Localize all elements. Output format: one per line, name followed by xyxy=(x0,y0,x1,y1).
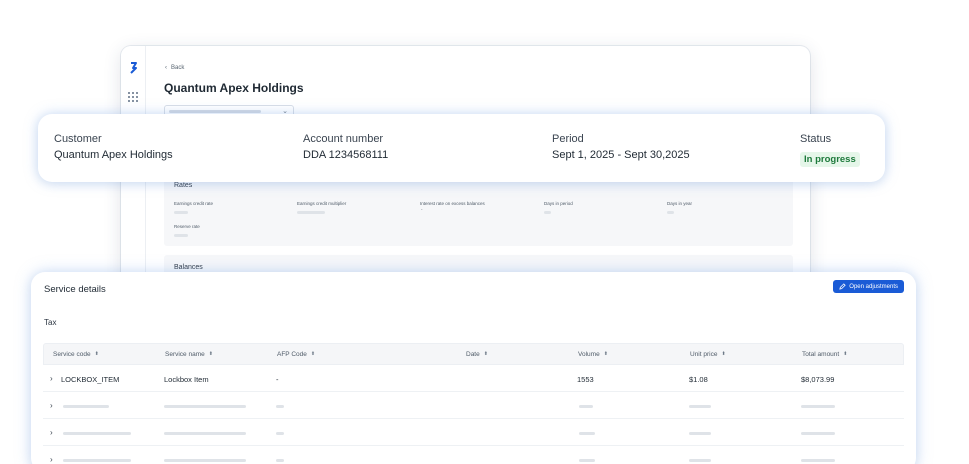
cell-placeholder xyxy=(63,459,131,462)
rate-value-placeholder xyxy=(174,234,188,237)
cell-unit-price: $1.08 xyxy=(689,375,708,384)
cell-placeholder xyxy=(689,432,711,435)
customer-value: Quantum Apex Holdings xyxy=(54,149,173,161)
rate-value-placeholder xyxy=(174,211,188,214)
cell-placeholder xyxy=(579,459,595,462)
cell-placeholder xyxy=(689,459,711,462)
apps-grid-icon[interactable] xyxy=(128,92,138,102)
brand-logo-icon xyxy=(130,62,137,74)
column-header-service-code[interactable]: Service code ⬍ xyxy=(53,351,99,358)
cell-placeholder xyxy=(63,405,109,408)
account-number-label: Account number xyxy=(303,133,384,145)
rate-value-placeholder xyxy=(297,211,325,214)
chevron-right-icon[interactable]: › xyxy=(50,455,53,464)
table-row[interactable]: › xyxy=(43,419,904,446)
chevron-right-icon[interactable]: › xyxy=(50,374,53,383)
customer-label: Customer xyxy=(54,133,102,145)
column-header-date[interactable]: Date ⬍ xyxy=(466,351,488,358)
rate-label-earnings-credit-rate: Earnings credit rate xyxy=(174,201,214,206)
period-label: Period xyxy=(552,133,584,145)
cell-placeholder xyxy=(801,432,835,435)
account-number-field: Account number DDA 1234568111 xyxy=(303,133,388,161)
cell-placeholder xyxy=(164,459,246,462)
cell-total-amount: $8,073.99 xyxy=(801,375,835,384)
table-row[interactable]: › LOCKBOX_ITEM Lockbox Item - 1553 $1.08… xyxy=(43,365,904,392)
chevron-right-icon[interactable]: › xyxy=(50,401,53,410)
sort-icon: ⬍ xyxy=(483,351,488,357)
pencil-icon xyxy=(839,283,846,290)
column-header-volume[interactable]: Volume ⬍ xyxy=(578,351,608,358)
cell-placeholder xyxy=(276,432,284,435)
sort-icon: ⬍ xyxy=(310,351,316,357)
sort-icon: ⬍ xyxy=(843,351,848,357)
service-table: Service code ⬍ Service name ⬍ AFP Code ⬍ Da… xyxy=(43,343,904,464)
column-header-unit-price[interactable]: Unit price ⬍ xyxy=(690,351,726,358)
tax-section-label: Tax xyxy=(44,318,57,327)
back-label: Back xyxy=(171,65,185,71)
rate-value-placeholder xyxy=(544,211,551,214)
cell-placeholder xyxy=(801,459,835,462)
sort-icon: ⬍ xyxy=(208,351,213,357)
status-badge: In progress xyxy=(800,152,860,167)
table-header: Service code ⬍ Service name ⬍ AFP Code ⬍ Da… xyxy=(43,343,904,365)
balances-title: Balances xyxy=(174,264,203,271)
page-title: Quantum Apex Holdings xyxy=(164,81,304,95)
status-field: Status In progress xyxy=(800,133,860,167)
cell-afp-code: - xyxy=(276,375,279,384)
open-adjustments-button[interactable]: Open adjustments xyxy=(833,280,904,293)
cell-placeholder xyxy=(164,432,246,435)
service-details-card: Service details Open adjustments Tax Ser… xyxy=(31,272,916,464)
account-info-card: Customer Quantum Apex Holdings Account n… xyxy=(38,114,885,182)
service-details-title: Service details xyxy=(44,284,106,295)
rate-label-earnings-credit-multiplier: Earnings credit multiplier xyxy=(297,201,347,206)
cell-volume: 1553 xyxy=(577,375,594,384)
rate-label-days-in-year: Days in year xyxy=(667,201,693,206)
chevron-left-icon: ‹ xyxy=(165,65,167,71)
cell-placeholder xyxy=(579,432,595,435)
cell-placeholder xyxy=(164,405,246,408)
rate-label-reserve-rate: Reserve rate xyxy=(174,224,200,229)
account-number-value: DDA 1234568111 xyxy=(303,149,389,161)
rates-panel: Rates Earnings credit rate Earnings cred… xyxy=(164,176,793,246)
cell-placeholder xyxy=(276,405,284,408)
cell-placeholder xyxy=(63,432,131,435)
cell-placeholder xyxy=(689,405,711,408)
status-label: Status xyxy=(800,133,832,145)
table-row[interactable]: › xyxy=(43,392,904,419)
column-header-afp-code[interactable]: AFP Code ⬍ xyxy=(277,351,315,358)
sort-icon: ⬍ xyxy=(94,351,99,357)
cell-placeholder xyxy=(579,405,593,408)
cell-placeholder xyxy=(276,459,284,462)
cell-service-name: Lockbox Item xyxy=(164,375,209,384)
rates-title: Rates xyxy=(174,182,193,189)
sort-icon: ⬍ xyxy=(603,351,608,357)
column-header-total-amount[interactable]: Total amount ⬍ xyxy=(802,351,847,358)
open-adjustments-label: Open adjustments xyxy=(849,283,898,290)
cell-service-code: LOCKBOX_ITEM xyxy=(61,375,120,384)
rate-value-dash: - xyxy=(421,207,423,212)
customer-field: Customer Quantum Apex Holdings xyxy=(54,133,173,161)
rate-label-interest-rate: Interest rate on excess balances xyxy=(420,201,485,206)
period-field: Period Sept 1, 2025 - Sept 30,2025 xyxy=(552,133,690,161)
rate-value-placeholder xyxy=(667,211,674,214)
back-link[interactable]: ‹ Back xyxy=(165,65,184,71)
table-row[interactable]: › xyxy=(43,446,904,464)
cell-placeholder xyxy=(801,405,835,408)
rate-label-days-in-period: Days in period xyxy=(544,201,573,206)
sort-icon: ⬍ xyxy=(721,351,726,357)
chevron-right-icon[interactable]: › xyxy=(50,428,53,437)
column-header-service-name[interactable]: Service name ⬍ xyxy=(165,351,213,358)
period-value: Sept 1, 2025 - Sept 30,2025 xyxy=(552,149,690,161)
